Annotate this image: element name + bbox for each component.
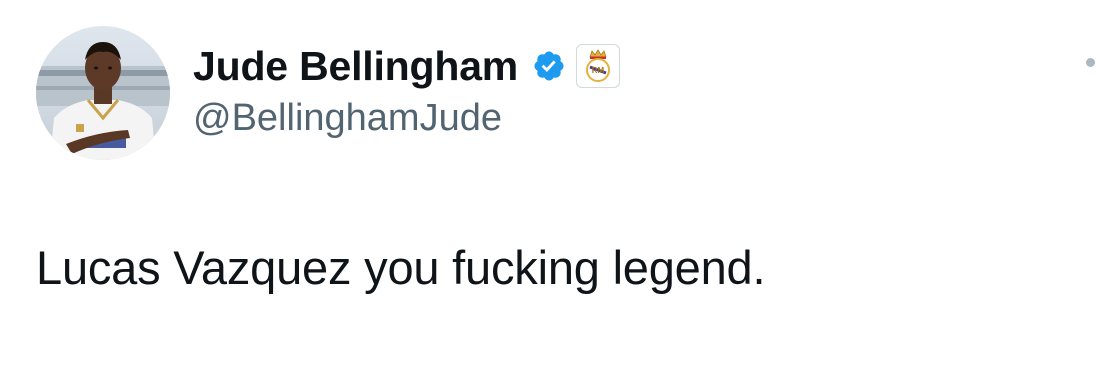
author-display-name[interactable]: Jude Bellingham [193, 43, 518, 90]
avatar[interactable] [36, 26, 170, 160]
verified-badge-icon[interactable] [532, 49, 566, 83]
author-row: Jude Bellingham RM [193, 38, 621, 94]
tweet[interactable]: Jude Bellingham RM @BellinghamJude Lucas… [0, 0, 1096, 365]
affiliate-badge[interactable]: RM [576, 44, 621, 88]
tweet-text: Lucas Vazquez you fucking legend. [36, 241, 766, 294]
author-handle[interactable]: @BellinghamJude [193, 97, 502, 140]
svg-text:RM: RM [592, 66, 605, 75]
avatar-image [36, 26, 170, 160]
real-madrid-crest-icon: RM [586, 49, 611, 82]
more-options-icon[interactable] [1086, 58, 1095, 67]
